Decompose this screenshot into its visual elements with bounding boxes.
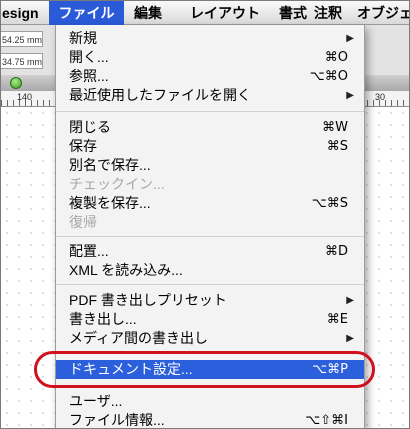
- menu-item-label: ドキュメント設定...: [69, 361, 193, 377]
- menu-layout[interactable]: レイアウト: [175, 1, 275, 25]
- menu-item-label: 新規: [69, 30, 97, 46]
- menu-item-shortcut: ⌥⌘O: [309, 69, 348, 84]
- menu-item-import-xml[interactable]: XML を読み込み...: [56, 261, 364, 280]
- menu-item-label: 保存: [69, 138, 97, 154]
- menu-item-shortcut: ⌥⌘S: [311, 196, 348, 211]
- ruler-label: 30: [375, 92, 386, 102]
- submenu-arrow-icon: ▶: [346, 33, 354, 44]
- menu-item-save-copy[interactable]: 複製を保存... ⌥⌘S: [56, 194, 364, 213]
- menu-item-place[interactable]: 配置... ⌘D: [56, 242, 364, 261]
- menu-item-shortcut: ⌥⌘P: [312, 362, 348, 377]
- submenu-arrow-icon: ▶: [346, 295, 354, 306]
- menu-separator: [56, 386, 364, 387]
- menu-item-pdf-presets[interactable]: PDF 書き出しプリセット ▶: [56, 291, 364, 310]
- menu-item-label: 参照...: [69, 68, 109, 84]
- menu-item-label: 書き出し...: [69, 311, 137, 327]
- menu-item-revert: 復帰: [56, 213, 364, 232]
- menu-item-browse[interactable]: 参照... ⌥⌘O: [56, 67, 364, 86]
- menu-item-shortcut: ⌘D: [324, 244, 348, 259]
- menu-item-label: 配置...: [69, 243, 109, 259]
- menu-item-shortcut: ⌘O: [324, 50, 348, 65]
- menu-item-open-recent[interactable]: 最近使用したファイルを開く ▶: [56, 86, 364, 105]
- menu-item-save[interactable]: 保存 ⌘S: [56, 137, 364, 156]
- menu-item-label: 復帰: [69, 214, 97, 230]
- menu-file[interactable]: ファイル: [49, 1, 124, 25]
- menu-item-cross-media-export[interactable]: メディア間の書き出し ▶: [56, 329, 364, 348]
- menu-item-label: チェックイン...: [69, 176, 165, 192]
- menu-app-name[interactable]: esign: [1, 1, 52, 25]
- menu-item-label: 最近使用したファイルを開く: [69, 87, 251, 103]
- menu-item-export[interactable]: 書き出し... ⌘E: [56, 310, 364, 329]
- menu-item-new[interactable]: 新規 ▶: [56, 29, 364, 48]
- menu-item-label: 複製を保存...: [69, 195, 151, 211]
- menu-separator: [56, 111, 364, 112]
- menu-item-save-as[interactable]: 別名で保存...: [56, 156, 364, 175]
- menu-item-label: メディア間の書き出し: [69, 330, 209, 346]
- menu-type[interactable]: 書式: [277, 1, 309, 25]
- menu-item-file-info[interactable]: ファイル情報... ⌥⇧⌘I: [56, 411, 364, 428]
- y-position-field[interactable]: 34.75 mm: [1, 53, 43, 69]
- menu-item-label: XML を読み込み...: [69, 262, 183, 278]
- submenu-arrow-icon: ▶: [346, 333, 354, 344]
- menu-item-user[interactable]: ユーザ...: [56, 392, 364, 411]
- menu-item-shortcut: ⌘W: [322, 120, 348, 135]
- file-menu-dropdown: 新規 ▶ 開く... ⌘O 参照... ⌥⌘O 最近使用したファイルを開く ▶ …: [55, 25, 365, 428]
- ruler-label: 140: [17, 92, 33, 102]
- x-position-field[interactable]: 54.25 mm: [1, 31, 43, 47]
- menu-item-label: 別名で保存...: [69, 157, 151, 173]
- menu-separator: [56, 352, 364, 353]
- menu-item-label: PDF 書き出しプリセット: [69, 292, 227, 308]
- menu-edit[interactable]: 編集: [132, 1, 164, 25]
- menu-item-label: 開く...: [69, 49, 109, 65]
- menu-notes[interactable]: 注釈: [312, 1, 344, 25]
- menu-item-shortcut: ⌘S: [326, 139, 348, 154]
- menu-item-document-setup[interactable]: ドキュメント設定... ⌥⌘P: [56, 360, 364, 379]
- menu-item-label: ユーザ...: [69, 393, 123, 409]
- menu-item-shortcut: ⌥⇧⌘I: [305, 413, 348, 428]
- zoom-button-icon[interactable]: [10, 77, 22, 89]
- menu-item-check-in: チェックイン...: [56, 175, 364, 194]
- menu-item-shortcut: ⌘E: [326, 312, 348, 327]
- menu-object[interactable]: オブジェ: [353, 1, 409, 25]
- menu-item-open[interactable]: 開く... ⌘O: [56, 48, 364, 67]
- menu-separator: [56, 284, 364, 285]
- menu-item-label: ファイル情報...: [69, 412, 165, 428]
- menu-bar: esign ファイル 編集 レイアウト 書式 注釈 オブジェ: [1, 1, 409, 25]
- menu-item-label: 閉じる: [69, 119, 111, 135]
- submenu-arrow-icon: ▶: [346, 90, 354, 101]
- menu-item-close[interactable]: 閉じる ⌘W: [56, 118, 364, 137]
- menu-separator: [56, 236, 364, 237]
- app-window: esign ファイル 編集 レイアウト 書式 注釈 オブジェ 54.25 mm …: [0, 0, 410, 429]
